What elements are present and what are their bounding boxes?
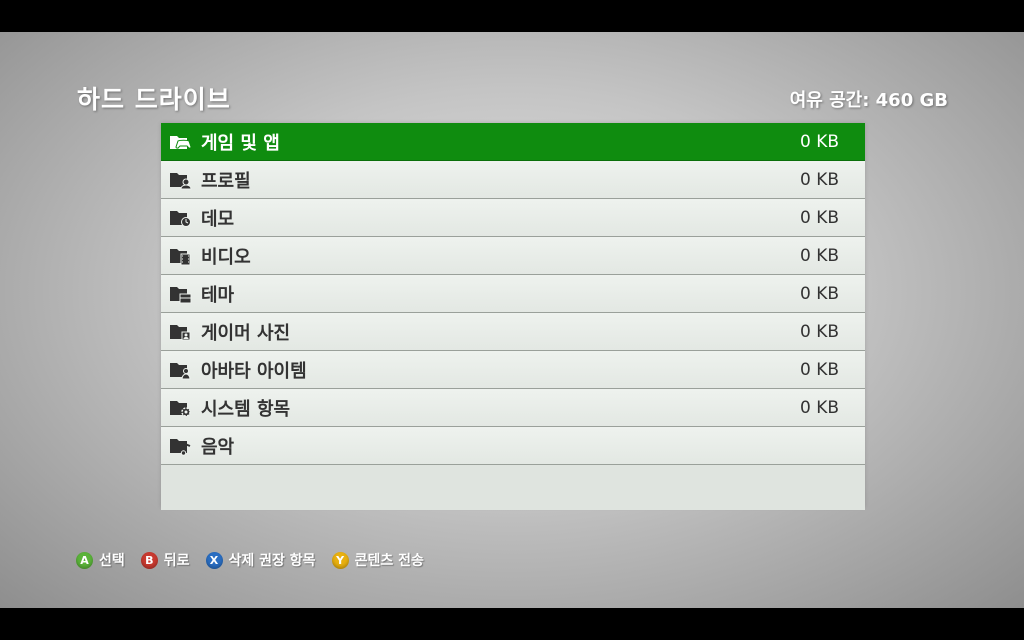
theme-icon [169,284,193,304]
hint-delete-recommended[interactable]: X 삭제 권장 항목 [205,550,316,570]
list-item-label: 음악 [201,436,235,458]
list-item-avatar-item[interactable]: 아바타 아이템 0 KB [161,351,865,389]
page-title: 하드 드라이브 [77,85,231,114]
list-item-size: 0 KB [799,245,839,266]
profile-icon [169,170,193,190]
list-item-label: 시스템 항목 [201,398,291,420]
list-item-size: 0 KB [799,283,839,304]
screen: 하드 드라이브 여유 공간: 460 GB 게임 및 앱 0 KB 프로필 0 … [0,32,1024,608]
list-item-theme[interactable]: 테마 0 KB [161,275,865,313]
games-apps-icon [169,132,193,152]
list-item-size: 0 KB [799,321,839,342]
list-item-label: 아바타 아이템 [201,360,307,382]
hint-back[interactable]: B 뒤로 [140,550,190,570]
list-item-size: 0 KB [799,169,839,190]
list-empty-area [161,465,865,510]
demo-icon [169,208,193,228]
list-item-label: 테마 [201,284,235,306]
list-item-video[interactable]: 비디오 0 KB [161,237,865,275]
list-item-demo[interactable]: 데모 0 KB [161,199,865,237]
storage-category-list: 게임 및 앱 0 KB 프로필 0 KB 데모 0 KB 비디오 0 KB 테마… [161,123,865,510]
list-item-size: 0 KB [799,131,839,152]
list-item-games-apps[interactable]: 게임 및 앱 0 KB [161,123,865,161]
music-icon [169,436,193,456]
a-button-icon: A [76,551,93,569]
list-item-label: 데모 [201,208,235,230]
list-item-size: 0 KB [799,207,839,228]
x-button-icon: X [205,551,223,569]
list-item-system-item[interactable]: 시스템 항목 0 KB [161,389,865,427]
y-button-icon: Y [331,551,349,569]
list-item-size: 0 KB [799,359,839,380]
b-button-icon: B [140,551,158,569]
hint-label: 콘텐츠 전송 [354,553,424,569]
list-item-label: 프로필 [201,170,251,192]
list-item-label: 게임 및 앱 [201,132,280,154]
hint-label: 삭제 권장 항목 [228,553,316,569]
system-item-icon [169,398,193,418]
list-item-music[interactable]: 음악 [161,427,865,465]
hint-label: 선택 [99,553,125,569]
video-icon [169,246,193,266]
hint-select[interactable]: A 선택 [76,550,125,570]
free-space-label: 여유 공간: 460 GB [789,90,948,111]
hint-label: 뒤로 [163,553,190,569]
gamer-picture-icon [169,322,193,342]
list-item-size: 0 KB [799,397,839,418]
list-item-profile[interactable]: 프로필 0 KB [161,161,865,199]
hint-transfer-content[interactable]: Y 콘텐츠 전송 [331,550,424,570]
button-hints: A 선택 B 뒤로 X 삭제 권장 항목 Y 콘텐츠 전송 [76,550,440,570]
list-item-gamer-picture[interactable]: 게이머 사진 0 KB [161,313,865,351]
list-item-label: 게이머 사진 [201,322,291,344]
list-item-label: 비디오 [201,246,251,268]
avatar-item-icon [169,360,193,380]
